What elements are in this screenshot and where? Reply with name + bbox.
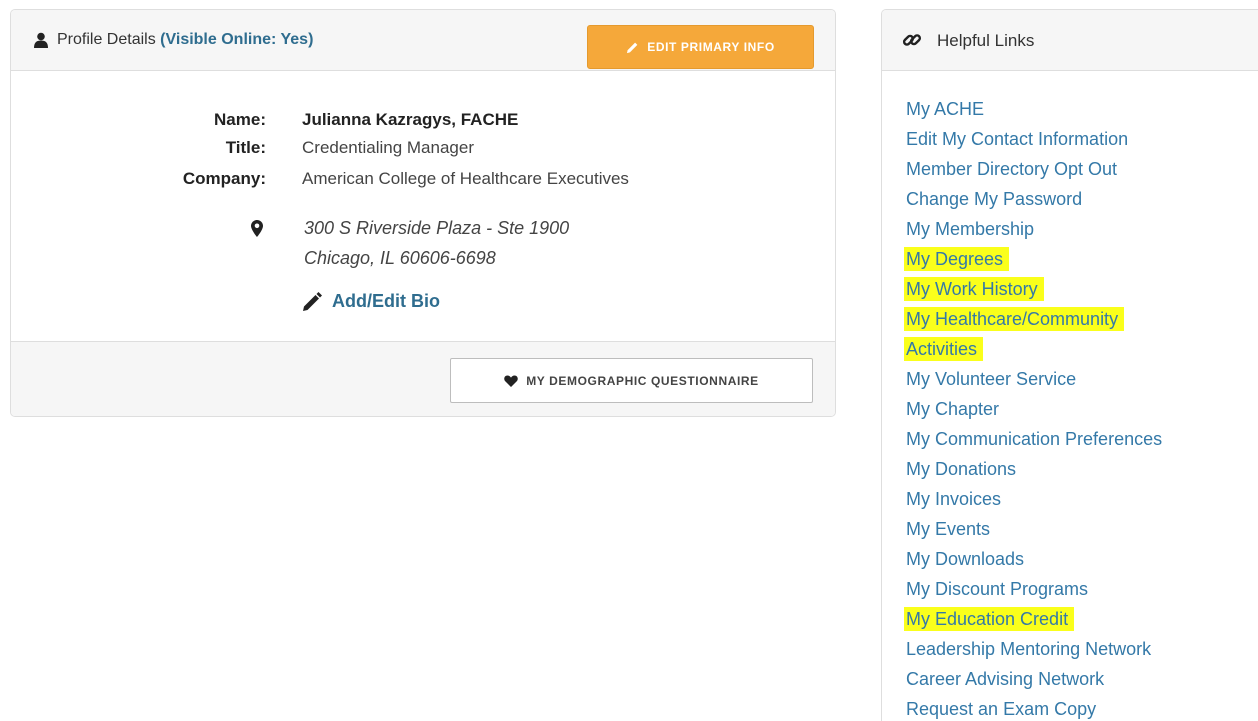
visible-online-status[interactable]: (Visible Online: Yes) [160,31,313,48]
pencil-icon [627,42,638,53]
helpful-link-item: My Work History [904,274,1168,304]
helpful-link-item: Edit My Contact Information [904,124,1168,154]
helpful-link-item: Leadership Mentoring Network [904,634,1168,664]
helpful-link-item: My Volunteer Service [904,364,1168,394]
profile-details-footer: MY DEMOGRAPHIC QUESTIONNAIRE [11,341,835,416]
pencil-icon [303,291,322,311]
helpful-link-item: My Communication Preferences [904,424,1168,454]
my-downloads-link[interactable]: My Downloads [904,547,1030,571]
helpful-link-item: My Donations [904,454,1168,484]
helpful-links-list: My ACHE Edit My Contact Information Memb… [904,94,1168,721]
profile-details-title-text: Profile Details [57,31,156,48]
my-donations-link[interactable]: My Donations [904,457,1022,481]
profile-details-header: Profile Details (Visible Online: Yes) ED… [11,10,835,71]
my-degrees-link[interactable]: My Degrees [904,247,1010,271]
edit-primary-info-label: EDIT PRIMARY INFO [647,40,775,54]
helpful-link-item: My Healthcare/Community [904,304,1168,334]
helpful-link-item: My Chapter [904,394,1168,424]
my-education-credit-link[interactable]: My Education Credit [904,607,1075,631]
address-line-2: Chicago, IL 60606-6698 [304,248,496,268]
helpful-links-title: Helpful Links [937,31,1035,50]
company-value: American College of Healthcare Executive… [302,169,629,188]
add-edit-bio-link[interactable]: Add/Edit Bio [302,291,440,312]
helpful-links-header: Helpful Links [882,10,1258,71]
my-membership-link[interactable]: My Membership [904,217,1040,241]
helpful-link-item: My ACHE [904,94,1168,124]
leadership-mentoring-network-link[interactable]: Leadership Mentoring Network [904,637,1157,661]
map-pin-icon [251,220,263,237]
edit-primary-info-button[interactable]: EDIT PRIMARY INFO [587,25,814,69]
helpful-link-item: My Discount Programs [904,574,1168,604]
member-directory-opt-out-link[interactable]: Member Directory Opt Out [904,157,1123,181]
add-edit-bio-label: Add/Edit Bio [332,291,440,311]
helpful-link-item: My Invoices [904,484,1168,514]
helpful-link-item: Change My Password [904,184,1168,214]
my-volunteer-service-link[interactable]: My Volunteer Service [904,367,1082,391]
title-value: Credentialing Manager [302,138,474,157]
name-label: Name: [214,110,266,129]
link-chain-icon [902,34,922,46]
helpful-link-item: My Membership [904,214,1168,244]
helpful-link-item: My Downloads [904,544,1168,574]
demographic-questionnaire-button[interactable]: MY DEMOGRAPHIC QUESTIONNAIRE [450,358,813,403]
helpful-link-item: My Degrees [904,244,1168,274]
demographic-questionnaire-label: MY DEMOGRAPHIC QUESTIONNAIRE [526,373,759,388]
address-line-1: 300 S Riverside Plaza - Ste 1900 [304,218,570,238]
my-invoices-link[interactable]: My Invoices [904,487,1007,511]
activities-link[interactable]: Activities [904,337,984,361]
name-value: Julianna Kazragys, FACHE [302,110,519,129]
company-label: Company: [182,169,266,188]
helpful-link-item: Activities [904,334,1168,364]
helpful-link-item: Request an Exam Copy [904,694,1168,721]
profile-details-title: Profile Details (Visible Online: Yes) [57,31,313,49]
helpful-link-item: My Education Credit [904,604,1168,634]
my-healthcare-community-link[interactable]: My Healthcare/Community [904,307,1125,331]
change-password-link[interactable]: Change My Password [904,187,1088,211]
request-exam-copy-link[interactable]: Request an Exam Copy [904,697,1102,721]
career-advising-network-link[interactable]: Career Advising Network [904,667,1110,691]
helpful-link-item: My Events [904,514,1168,544]
my-work-history-link[interactable]: My Work History [904,277,1044,301]
my-communication-preferences-link[interactable]: My Communication Preferences [904,427,1168,451]
my-events-link[interactable]: My Events [904,517,996,541]
person-icon [34,32,48,48]
my-ache-link[interactable]: My ACHE [904,97,990,121]
helpful-links-card: Helpful Links My ACHE Edit My Contact In… [881,9,1258,721]
profile-details-card: Profile Details (Visible Online: Yes) ED… [10,9,836,417]
title-label: Title: [225,138,266,157]
edit-contact-information-link[interactable]: Edit My Contact Information [904,127,1134,151]
profile-details-body: Name: Julianna Kazragys, FACHE Title: Cr… [11,71,835,343]
helpful-link-item: Member Directory Opt Out [904,154,1168,184]
helpful-link-item: Career Advising Network [904,664,1168,694]
my-discount-programs-link[interactable]: My Discount Programs [904,577,1094,601]
my-chapter-link[interactable]: My Chapter [904,397,1005,421]
heart-icon [504,375,518,387]
